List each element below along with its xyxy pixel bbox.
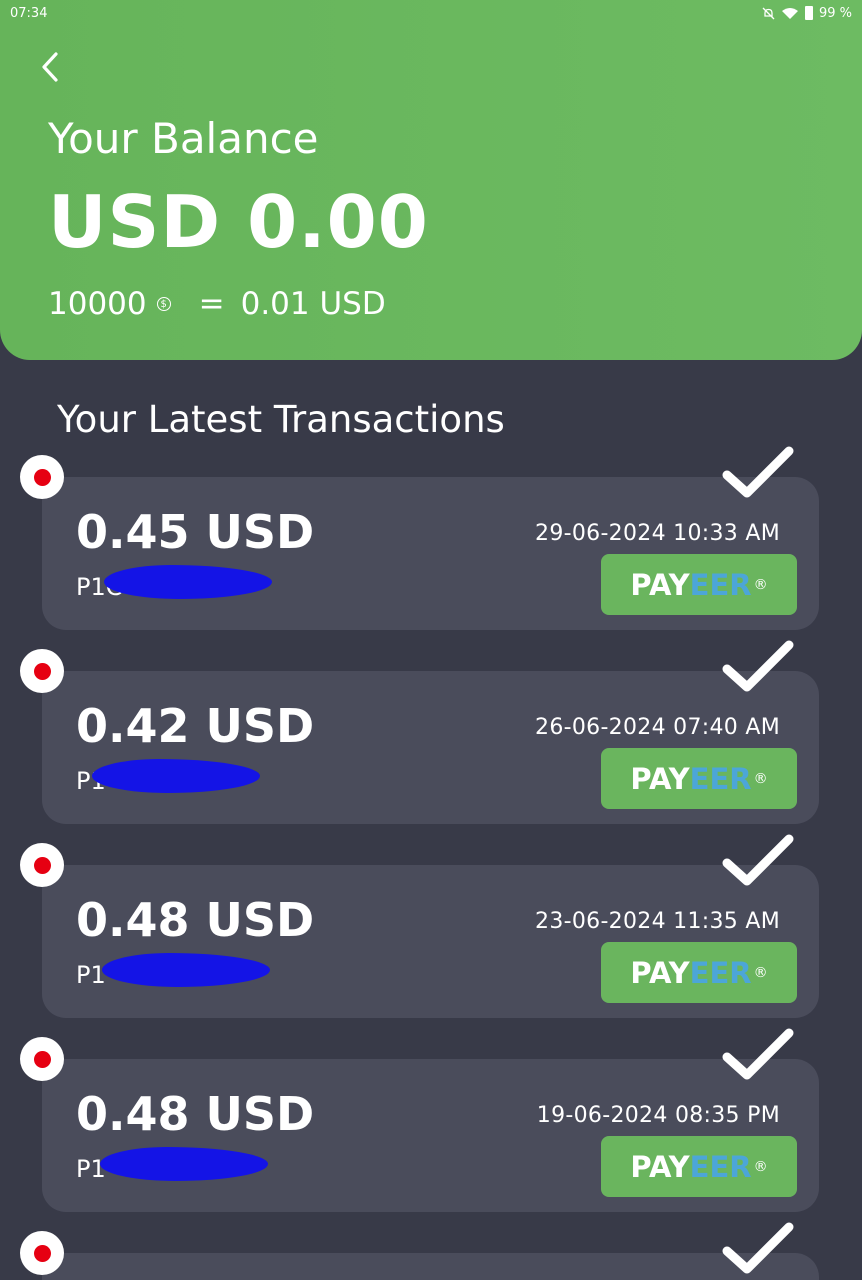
transaction-amount: 0.48 USD <box>76 1087 315 1141</box>
transactions-title: Your Latest Transactions <box>57 398 505 441</box>
transaction-card[interactable]: 0.48 USD P1 23-06-2024 11:35 AM PAY EER ® <box>20 834 819 1018</box>
transaction-amount: 0.48 USD <box>76 893 315 947</box>
transaction-account: P1 <box>76 961 106 989</box>
redaction-mark <box>92 759 260 793</box>
payeer-logo: PAY EER ® <box>601 942 797 1003</box>
payeer-logo: PAY EER ® <box>601 554 797 615</box>
status-time: 07:34 <box>10 5 48 21</box>
transaction-date: 26-06-2024 07:40 AM <box>535 715 780 740</box>
redaction-mark <box>104 565 272 599</box>
redaction-mark <box>102 953 270 987</box>
transaction-amount: 0.42 USD <box>76 699 315 753</box>
check-icon <box>722 640 794 692</box>
status-icons: 99 % <box>762 6 852 21</box>
wifi-icon <box>781 7 798 19</box>
payeer-logo: PAY EER ® <box>601 1136 797 1197</box>
status-dot-icon <box>20 455 64 499</box>
transaction-card[interactable]: 0.42 USD P1 26-06-2024 07:40 AM PAY EER ® <box>20 640 819 824</box>
check-icon <box>722 446 794 498</box>
transaction-date: 19-06-2024 08:35 PM <box>536 1103 780 1128</box>
status-bar: 07:34 99 % <box>0 0 862 26</box>
status-dot-icon <box>20 843 64 887</box>
back-button[interactable] <box>38 48 68 88</box>
check-icon <box>722 1028 794 1080</box>
chevron-left-icon <box>42 52 58 82</box>
transaction-date: 23-06-2024 11:35 AM <box>535 909 780 934</box>
transaction-card[interactable] <box>20 1222 819 1280</box>
coin-icon: $ <box>156 297 171 311</box>
payeer-logo: PAY EER ® <box>601 748 797 809</box>
redaction-mark <box>100 1147 268 1181</box>
transaction-card[interactable]: 0.45 USD P1C 29-06-2024 10:33 AM PAY EER ® <box>20 446 819 630</box>
transaction-date: 29-06-2024 10:33 AM <box>535 521 780 546</box>
rate-coins: 10000 <box>48 286 147 322</box>
balance-header: Your Balance USD 0.00 10000 $ = 0.01 USD <box>0 0 862 360</box>
status-dot-icon <box>20 1037 64 1081</box>
status-dot-icon <box>20 1231 64 1275</box>
check-icon <box>722 834 794 886</box>
battery-icon <box>804 6 813 20</box>
conversion-rate: 10000 $ = 0.01 USD <box>48 286 386 322</box>
rate-equals: = <box>198 286 225 322</box>
transaction-amount: 0.45 USD <box>76 505 315 559</box>
transaction-card[interactable]: 0.48 USD P1 19-06-2024 08:35 PM PAY EER ® <box>20 1028 819 1212</box>
rate-value: 0.01 USD <box>240 286 386 322</box>
balance-label: Your Balance <box>48 114 319 163</box>
check-icon <box>722 1222 794 1274</box>
status-dot-icon <box>20 649 64 693</box>
notifications-off-icon <box>762 7 775 19</box>
battery-level: 99 % <box>818 5 852 21</box>
balance-amount: USD 0.00 <box>48 180 429 264</box>
